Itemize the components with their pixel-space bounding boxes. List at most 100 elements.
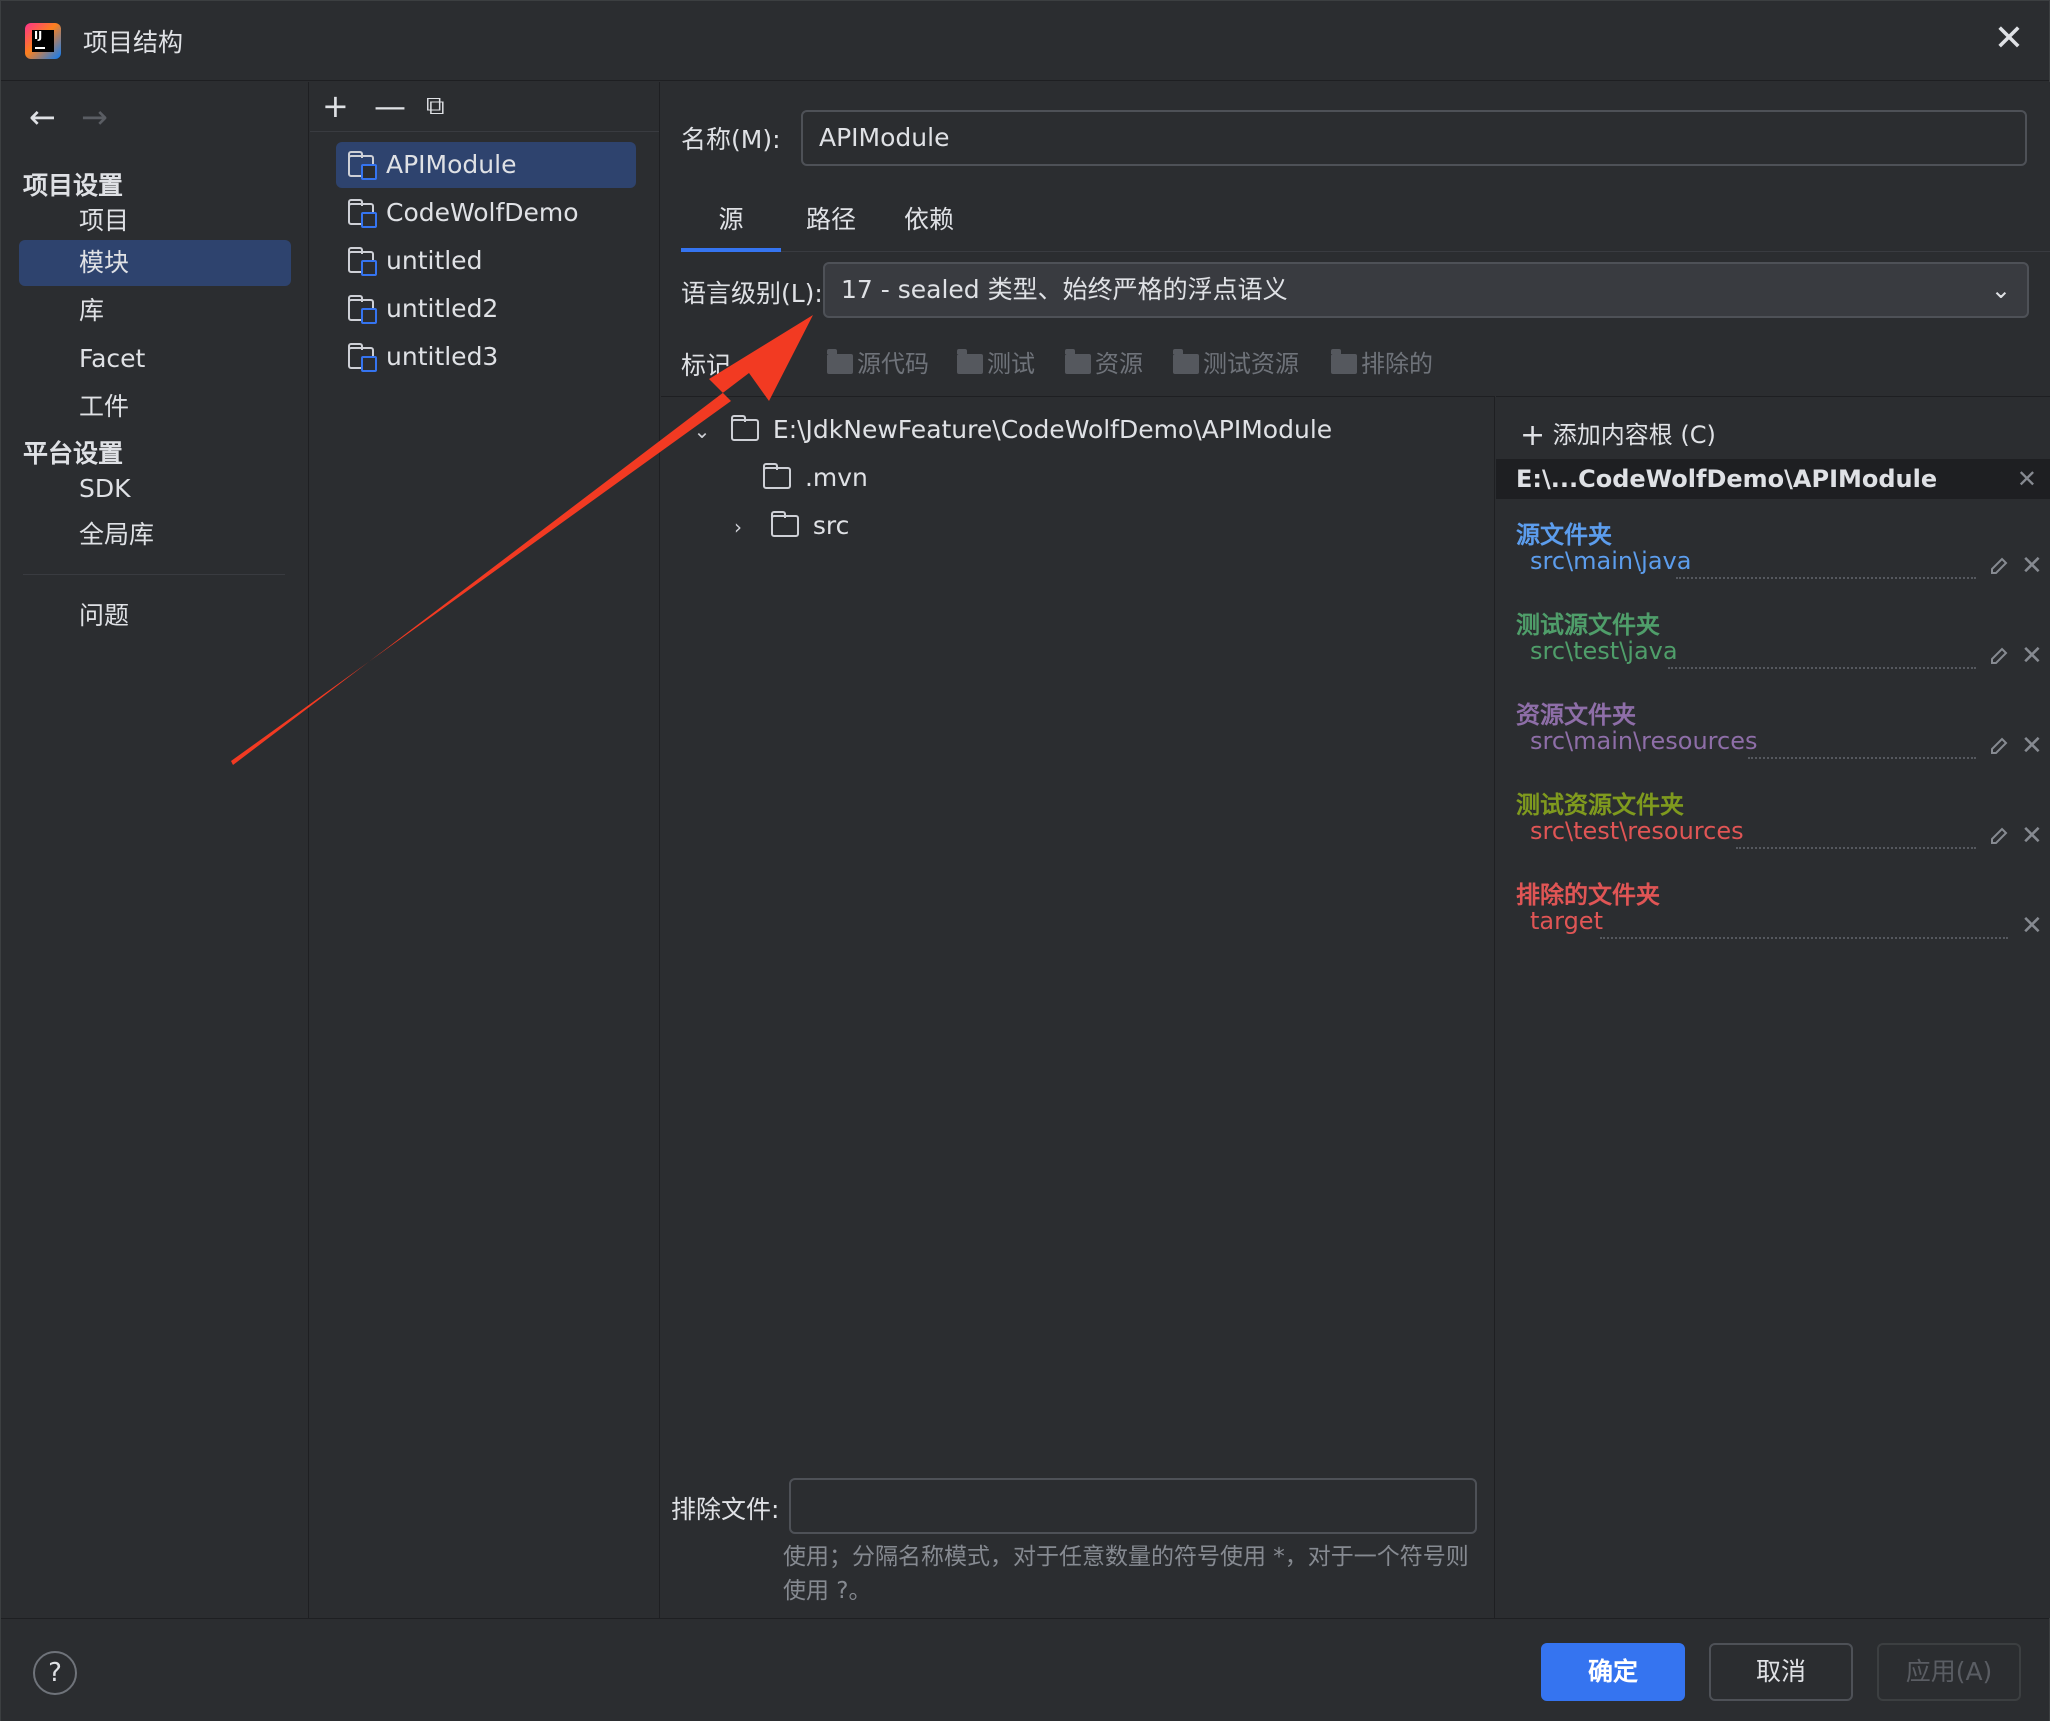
module-folder-icon (348, 151, 377, 180)
remove-folder-icon[interactable]: ✕ (2021, 823, 2043, 849)
module-item-apimodule[interactable]: APIModule (336, 142, 636, 188)
name-label: 名称(M): (681, 125, 781, 154)
module-item-untitled[interactable]: untitled (336, 238, 636, 284)
add-icon[interactable]: + (322, 88, 349, 124)
mark-as-label: 标记 (681, 351, 732, 380)
remove-folder-icon[interactable]: ✕ (2021, 913, 2043, 939)
nav-item-facet[interactable]: Facet (19, 336, 291, 382)
test-source-folder-path: src\test\java (1530, 637, 1678, 665)
exclude-files-input[interactable] (789, 1478, 1477, 1534)
mark-resources-button[interactable]: 资源 (1065, 344, 1143, 379)
edit-icon[interactable] (1988, 555, 2010, 577)
module-name-input[interactable]: APIModule (801, 110, 2027, 166)
module-item-untitled2[interactable]: untitled2 (336, 286, 636, 332)
copy-icon[interactable]: ⧉ (426, 88, 445, 124)
module-list-panel: + — ⧉ APIModule CodeWolfDemo untitled un… (310, 82, 660, 1618)
module-folder-icon (348, 343, 377, 372)
resource-folders-title: 资源文件夹 (1516, 701, 1636, 729)
project-settings-heading: 项目设置 (23, 171, 124, 200)
path-leader (1600, 937, 2008, 939)
content-root-header: E:\...CodeWolfDemo\APIModule ✕ (1496, 459, 2050, 499)
nav-item-global-libraries[interactable]: 全局库 (19, 512, 291, 558)
module-folder-icon (348, 247, 377, 276)
nav-item-modules[interactable]: 模块 (19, 240, 291, 286)
help-button[interactable]: ? (33, 1651, 77, 1695)
source-folders-title: 源文件夹 (1516, 521, 1612, 549)
mark-as-toolbar: 标记 源代码 测试 资源 测试资源 排除的 (681, 344, 2041, 384)
tab-paths[interactable]: 路径 (781, 200, 881, 252)
test-source-folders-title: 测试源文件夹 (1516, 611, 1660, 639)
back-arrow-icon[interactable]: ← (29, 98, 56, 136)
close-icon[interactable]: ✕ (1989, 19, 2029, 59)
cancel-button[interactable]: 取消 (1709, 1643, 1853, 1701)
nav-item-libraries[interactable]: 库 (19, 288, 291, 334)
language-level-value: 17 - sealed 类型、始终严格的浮点语义 (841, 275, 1288, 304)
remove-root-icon[interactable]: ✕ (2017, 459, 2037, 499)
remove-folder-icon[interactable]: ✕ (2021, 643, 2043, 669)
window-title: 项目结构 (83, 28, 184, 57)
module-label: APIModule (386, 150, 517, 179)
module-tabs: 源 路径 依赖 (681, 194, 2050, 252)
intellij-logo-icon: IJ (25, 23, 61, 59)
folder-icon (827, 349, 853, 374)
remove-icon[interactable]: — (374, 88, 406, 124)
content-root-tree: ⌄ E:\JdkNewFeature\CodeWolfDemo\APIModul… (661, 396, 1495, 1618)
title-bar: IJ 项目结构 ✕ (1, 1, 2049, 81)
add-content-root-button[interactable]: + 添加内容根 (C) (1520, 415, 1716, 453)
edit-icon[interactable] (1988, 735, 2010, 757)
folder-icon (730, 415, 759, 441)
edit-icon[interactable] (1988, 825, 2010, 847)
nav-divider (23, 574, 285, 575)
mark-excluded-button[interactable]: 排除的 (1331, 344, 1433, 379)
module-settings-panel: 名称(M): APIModule 源 路径 依赖 语言级别(L): 17 - s… (661, 82, 2050, 1618)
excluded-folders-title: 排除的文件夹 (1516, 881, 1660, 909)
folder-icon (770, 511, 799, 537)
mark-sources-button[interactable]: 源代码 (827, 344, 929, 379)
tab-sources[interactable]: 源 (681, 200, 781, 252)
exclude-files-label: 排除文件: (671, 1495, 780, 1524)
module-folder-icon (348, 295, 377, 324)
module-label: untitled (386, 246, 483, 275)
folder-icon (1173, 349, 1199, 374)
module-item-untitled3[interactable]: untitled3 (336, 334, 636, 380)
settings-nav: ← → 项目设置 项目 模块 库 Facet 工件 平台设置 SDK 全局库 问… (1, 82, 309, 1618)
test-resource-folders-title: 测试资源文件夹 (1516, 791, 1684, 819)
module-toolbar: + — ⧉ (310, 82, 659, 132)
dialog-footer: ? 确定 取消 应用(A) (1, 1618, 2049, 1721)
mark-test-resources-button[interactable]: 测试资源 (1173, 344, 1299, 379)
ok-button[interactable]: 确定 (1541, 1643, 1685, 1701)
apply-button[interactable]: 应用(A) (1877, 1643, 2021, 1701)
language-level-select[interactable]: 17 - sealed 类型、始终严格的浮点语义 ⌄ (823, 262, 2029, 318)
nav-item-problems[interactable]: 问题 (19, 593, 291, 639)
path-leader (1736, 847, 1976, 849)
tree-node-src[interactable]: › src (725, 503, 849, 549)
chevron-right-icon[interactable]: › (725, 504, 751, 550)
nav-item-project[interactable]: 项目 (19, 198, 291, 244)
module-label: CodeWolfDemo (386, 198, 579, 227)
mark-tests-button[interactable]: 测试 (957, 344, 1035, 379)
chevron-down-icon[interactable]: ⌄ (689, 408, 715, 454)
exclude-files-hint: 使用；分隔名称模式，对于任意数量的符号使用 *，对于一个符号则使用 ?。 (783, 1544, 1469, 1604)
remove-folder-icon[interactable]: ✕ (2021, 553, 2043, 579)
path-leader (1748, 757, 1976, 759)
forward-arrow-icon[interactable]: → (81, 98, 108, 136)
path-leader (1668, 667, 1976, 669)
project-structure-dialog: IJ 项目结构 ✕ ← → 项目设置 项目 模块 库 Facet 工件 平台设置… (0, 0, 2050, 1721)
nav-item-sdk[interactable]: SDK (19, 466, 291, 512)
source-folder-path: src\main\java (1530, 547, 1692, 575)
edit-icon[interactable] (1988, 645, 2010, 667)
module-folder-icon (348, 199, 377, 228)
folder-icon (957, 349, 983, 374)
nav-item-artifacts[interactable]: 工件 (19, 384, 291, 430)
module-label: untitled3 (386, 342, 499, 371)
excluded-folder-path: target (1530, 907, 1603, 935)
tree-node-mvn[interactable]: .mvn (763, 455, 868, 501)
remove-folder-icon[interactable]: ✕ (2021, 733, 2043, 759)
tree-node-root[interactable]: ⌄ E:\JdkNewFeature\CodeWolfDemo\APIModul… (689, 407, 1332, 453)
resource-folder-path: src\main\resources (1530, 727, 1758, 755)
tab-dependencies[interactable]: 依赖 (879, 200, 979, 252)
folder-icon (1331, 349, 1357, 374)
module-item-codewolfdemo[interactable]: CodeWolfDemo (336, 190, 636, 236)
test-resource-folder-path: src\test\resources (1530, 817, 1744, 845)
content-roots-panel: + 添加内容根 (C) E:\...CodeWolfDemo\APIModule… (1496, 396, 2050, 1618)
